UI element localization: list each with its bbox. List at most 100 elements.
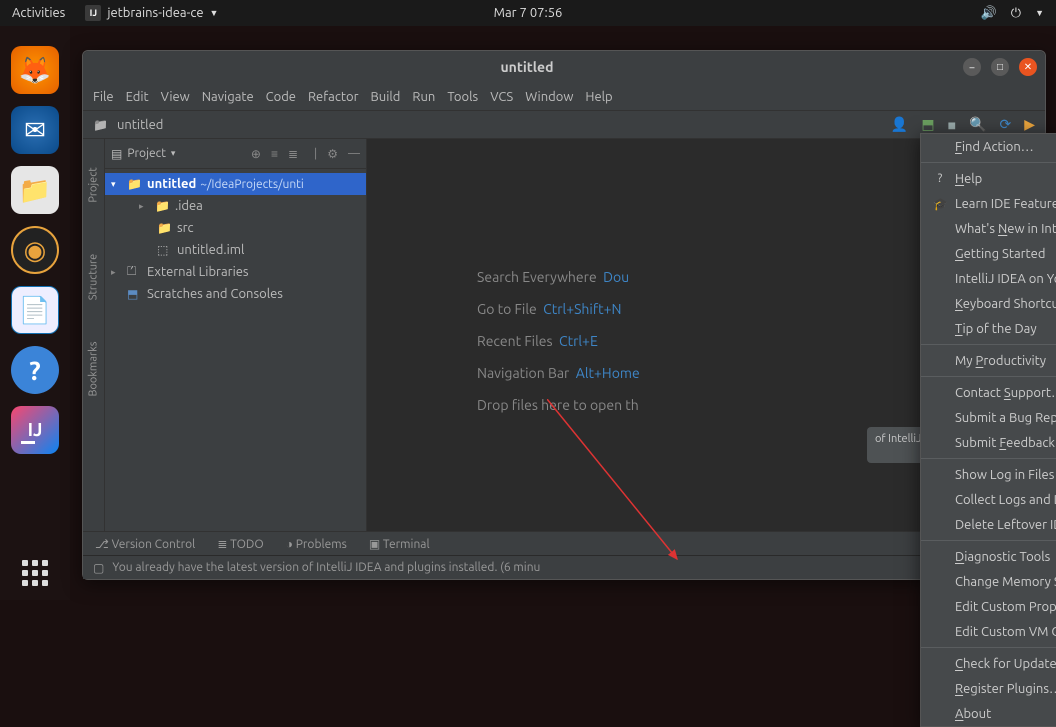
chevron-down-icon[interactable]: ▼ [1035, 8, 1044, 18]
show-applications-icon[interactable] [22, 560, 48, 586]
select-opened-file-icon[interactable]: ⊕ [251, 147, 261, 161]
help-menu-item[interactable]: Contact Support… [921, 380, 1056, 405]
menu-item-label: Edit Custom Properties… [955, 600, 1056, 614]
tree-row[interactable]: 📁 src [105, 217, 366, 239]
tool-project-tab[interactable]: Project [88, 167, 100, 202]
menu-file[interactable]: File [93, 90, 114, 104]
statusbar-icon[interactable]: ▢ [93, 561, 104, 575]
expand-all-icon[interactable]: ≡ [271, 147, 278, 161]
tool-terminal[interactable]: ▣ Terminal [369, 537, 430, 551]
menu-window[interactable]: Window [525, 90, 573, 104]
tree-row[interactable]: ⬚ untitled.iml [105, 239, 366, 261]
help-menu-item[interactable]: About [921, 701, 1056, 726]
libreoffice-writer-icon[interactable]: 📄 [11, 286, 59, 334]
menu-run[interactable]: Run [412, 90, 435, 104]
tool-problems[interactable]: ◑ Problems [286, 537, 347, 551]
help-menu-item[interactable]: Show Log in Files [921, 462, 1056, 487]
help-menu-item[interactable]: Check for Updates… [921, 651, 1056, 676]
hide-icon[interactable]: — [348, 147, 360, 161]
project-tree[interactable]: ▾ 📁 untitled ~/IdeaProjects/unti ▸📁 .ide… [105, 169, 366, 531]
tool-structure-tab[interactable]: Structure [88, 254, 100, 301]
ide-navbar: untitled 👤 ⬒ ■ 🔍 ⟳ ▶ [83, 111, 1045, 139]
volume-icon[interactable]: 🔊 [981, 6, 997, 21]
status-bar: ▢ You already have the latest version of… [83, 555, 1045, 579]
maximize-button[interactable]: □ [991, 58, 1009, 76]
help-menu-item[interactable]: Register Plugins… [921, 676, 1056, 701]
menu-navigate[interactable]: Navigate [202, 90, 254, 104]
tree-root[interactable]: ▾ 📁 untitled ~/IdeaProjects/unti [105, 173, 366, 195]
activities-button[interactable]: Activities [12, 6, 65, 20]
clock[interactable]: Mar 7 07:56 [494, 6, 563, 20]
graduation-icon: 🎓 [933, 197, 947, 211]
tree-row[interactable]: ▸⏍ External Libraries [105, 261, 366, 283]
tree-row[interactable]: ▸📁 .idea [105, 195, 366, 217]
tool-todo[interactable]: ≣ TODO [217, 537, 263, 551]
menu-item-label: Submit a Bug Report… [955, 411, 1056, 425]
minimize-button[interactable]: – [963, 58, 981, 76]
folder-icon [93, 118, 111, 132]
help-menu-item[interactable]: Submit a Bug Report… [921, 405, 1056, 430]
appmenu-button[interactable]: IJ jetbrains-idea-ce ▼ [85, 5, 218, 21]
menu-vcs[interactable]: VCS [490, 90, 513, 104]
window-titlebar[interactable]: untitled – □ ✕ [83, 51, 1045, 83]
help-menu-item[interactable]: Delete Leftover IDE Directories… [921, 512, 1056, 537]
stop-icon[interactable]: ■ [948, 117, 956, 133]
power-icon[interactable]: ⏻ [1011, 6, 1021, 21]
editor-area[interactable]: Search Everywhere Dou Go to File Ctrl+Sh… [367, 139, 1045, 531]
rhythmbox-icon[interactable]: ◉ [11, 226, 59, 274]
user-icon[interactable]: 👤 [891, 116, 908, 133]
left-gutter: Project Structure Bookmarks [83, 139, 105, 531]
breadcrumb[interactable]: untitled [93, 118, 163, 132]
help-menu-item[interactable]: What's New in IntelliJ IDEA [921, 216, 1056, 241]
menu-item-label: Help [955, 172, 982, 186]
menu-edit[interactable]: Edit [126, 90, 149, 104]
menu-view[interactable]: View [161, 90, 190, 104]
help-menu-item[interactable]: Getting Started [921, 241, 1056, 266]
folder-icon: 📁 [155, 199, 171, 213]
menu-build[interactable]: Build [371, 90, 401, 104]
close-button[interactable]: ✕ [1019, 58, 1037, 76]
help-menu-item[interactable]: Edit Custom VM Options… [921, 619, 1056, 644]
search-icon[interactable]: 🔍 [969, 116, 986, 133]
help-icon[interactable]: ? [11, 346, 59, 394]
libraries-icon: ⏍ [127, 265, 143, 279]
status-message: You already have the latest version of I… [112, 561, 540, 574]
help-menu-item[interactable]: Diagnostic Tools▸ [921, 544, 1056, 569]
menu-item-label: Check for Updates… [955, 657, 1056, 671]
menu-item-label: Diagnostic Tools [955, 550, 1050, 564]
menu-tools[interactable]: Tools [447, 90, 478, 104]
help-menu-item[interactable]: Tip of the Day [921, 316, 1056, 341]
intellij-icon[interactable]: IJ [11, 406, 59, 454]
tool-bookmarks-tab[interactable]: Bookmarks [88, 341, 100, 396]
firefox-icon[interactable]: 🦊 [11, 46, 59, 94]
help-menu-item[interactable]: My Productivity [921, 348, 1056, 373]
menu-refactor[interactable]: Refactor [308, 90, 359, 104]
tool-version-control[interactable]: ⎇ Version Control [95, 537, 195, 551]
project-panel-title[interactable]: ▤ Project ▾ [111, 147, 175, 161]
help-menu-item[interactable]: IntelliJ IDEA on YouTube [921, 266, 1056, 291]
menu-help[interactable]: Help [585, 90, 612, 104]
menu-code[interactable]: Code [266, 90, 296, 104]
help-menu-item[interactable]: 🎓 Learn IDE Features [921, 191, 1056, 216]
help-menu-item[interactable]: Find Action…Ctrl+Shift+A [921, 134, 1056, 159]
run-icon[interactable]: ▶ [1024, 116, 1035, 133]
files-icon[interactable]: 📁 [11, 166, 59, 214]
help-menu-item[interactable]: ?Help [921, 166, 1056, 191]
build-icon[interactable]: ⬒ [921, 116, 934, 133]
help-menu-item[interactable]: Submit Feedback… [921, 430, 1056, 455]
ide-menubar: File Edit View Navigate Code Refactor Bu… [83, 83, 1045, 111]
help-menu-item[interactable]: Collect Logs and Diagnostic Data [921, 487, 1056, 512]
menu-item-label: Learn IDE Features [955, 197, 1056, 211]
menu-item-label: Show Log in Files [955, 468, 1054, 482]
thunderbird-icon[interactable]: ✉ [11, 106, 59, 154]
help-menu-item[interactable]: Change Memory Settings [921, 569, 1056, 594]
intellij-window: untitled – □ ✕ File Edit View Navigate C… [82, 50, 1046, 580]
help-menu-item[interactable]: Keyboard Shortcuts PDF [921, 291, 1056, 316]
window-title: untitled [91, 59, 963, 75]
tree-row[interactable]: ⬒ Scratches and Consoles [105, 283, 366, 305]
project-tool-window: ▤ Project ▾ ⊕ ≡ ≣ | ⚙ — ▾ 📁 untitled [105, 139, 367, 531]
gear-icon[interactable]: ⚙ [327, 147, 338, 161]
help-menu-item[interactable]: Edit Custom Properties… [921, 594, 1056, 619]
sync-icon[interactable]: ⟳ [999, 116, 1011, 133]
collapse-all-icon[interactable]: ≣ [288, 147, 298, 161]
